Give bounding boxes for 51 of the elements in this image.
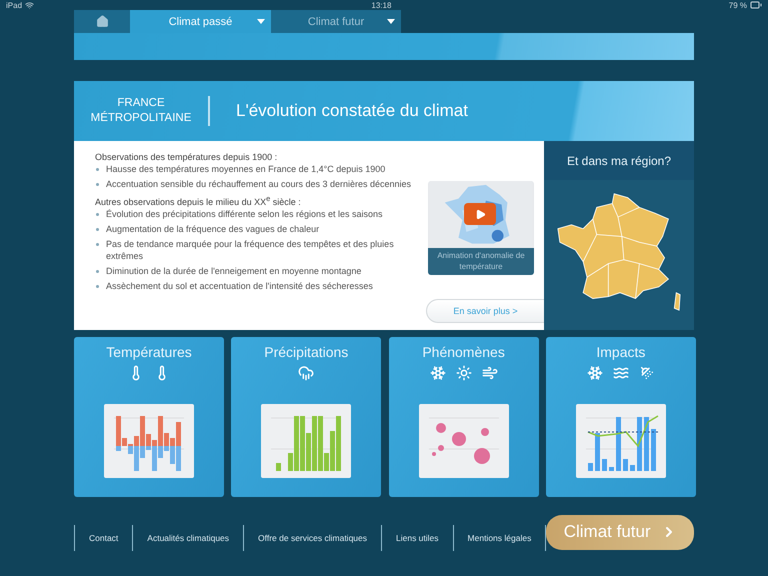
caret-icon bbox=[387, 19, 395, 24]
device-name: iPad bbox=[6, 0, 22, 10]
home-tab[interactable] bbox=[74, 10, 130, 33]
card-title: Précipitations bbox=[264, 344, 348, 360]
section-heading: Observations des températures depuis 1900 : bbox=[95, 151, 278, 163]
waves-icon bbox=[612, 365, 629, 381]
region-label: FRANCE MÉTROPOLITAINE bbox=[74, 96, 210, 126]
card-title: Phénomènes bbox=[422, 344, 505, 360]
play-button[interactable] bbox=[464, 203, 496, 225]
nav-tab[interactable]: Climat futur bbox=[271, 10, 401, 33]
wind-icon bbox=[482, 365, 498, 381]
caret-icon bbox=[257, 19, 265, 24]
shower-icon bbox=[638, 365, 655, 381]
more-button[interactable]: En savoir plus > bbox=[426, 299, 544, 323]
bullet-item: Diminution de la durée de l'enneigement en moyenne montagne bbox=[95, 265, 415, 277]
panel-title: L'évolution constatée du climat bbox=[235, 101, 468, 121]
bullet-item: Augmentation de la fréquence des vagues de chaleur bbox=[95, 223, 415, 235]
bullet-item: Hausse des températures moyennes en France de 1,4°C depuis 1900 bbox=[95, 163, 415, 175]
footer-link[interactable]: Offre de services climatiques bbox=[243, 525, 381, 551]
snowflake-icon bbox=[586, 365, 603, 381]
chart-thumbnail[interactable] bbox=[418, 404, 509, 478]
clock: 13:18 bbox=[371, 0, 392, 10]
section-heading: Autres observations depuis le milieu du XX$^{e}$ siècle : bbox=[95, 193, 302, 208]
category-card[interactable]: Températures bbox=[74, 337, 224, 497]
battery-level: 79 % bbox=[728, 0, 747, 10]
nav-tab[interactable]: Climat passé bbox=[130, 10, 271, 33]
footer-link[interactable]: Contact bbox=[74, 525, 132, 551]
video-caption: Animation d'anomalie de température bbox=[428, 248, 534, 275]
card-title: Impacts bbox=[596, 344, 646, 360]
category-card[interactable]: Phénomènes bbox=[388, 337, 539, 497]
chart-thumbnail[interactable] bbox=[104, 404, 194, 478]
category-card[interactable]: Précipitations bbox=[231, 337, 382, 497]
category-card[interactable]: Impacts bbox=[546, 337, 696, 497]
home-icon bbox=[96, 15, 108, 28]
future-climate-button[interactable]: Climat futur bbox=[546, 514, 694, 550]
bullet-item: Accentuation sensible du réchauffement au cours des 3 dernières décennies bbox=[95, 178, 415, 190]
footer-link[interactable]: Actualités climatiques bbox=[132, 525, 244, 551]
battery-icon bbox=[750, 0, 762, 11]
chart-thumbnail[interactable] bbox=[576, 404, 666, 478]
sun-icon bbox=[456, 365, 472, 381]
wifi-icon bbox=[25, 0, 34, 10]
bullet-item: Pas de tendance marquée pour la fréquence des tempêtes et des pluies extrêmes bbox=[95, 238, 415, 262]
bullet-item: Assèchement du sol et accentuation de l'intensité des sécheresses bbox=[95, 280, 415, 292]
chart-thumbnail[interactable] bbox=[261, 404, 352, 478]
bullet-item: Évolution des précipitations différente selon les régions et les saisons bbox=[95, 208, 415, 220]
rain-cloud-icon bbox=[298, 365, 314, 381]
card-title: Températures bbox=[106, 344, 192, 360]
play-icon bbox=[474, 208, 486, 220]
region-title: Et dans ma région? bbox=[544, 141, 694, 180]
snowflake-icon bbox=[430, 365, 446, 381]
footer-link[interactable]: Liens utiles bbox=[381, 525, 453, 551]
